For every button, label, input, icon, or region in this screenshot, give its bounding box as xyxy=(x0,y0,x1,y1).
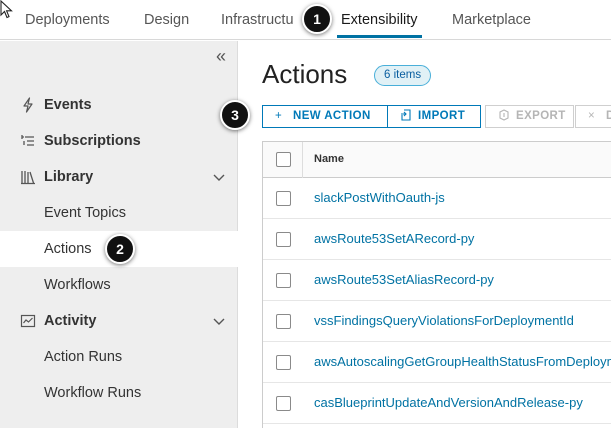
row-checkbox[interactable] xyxy=(276,355,291,370)
subscriptions-icon xyxy=(21,135,34,146)
column-divider xyxy=(302,142,303,178)
table-row: vssFindingsQueryViolationsForDeploymentI… xyxy=(263,301,611,342)
item-count-badge: 6 items xyxy=(374,65,432,86)
activity-icon xyxy=(20,314,36,328)
action-link[interactable]: awsRoute53SetARecord-py xyxy=(314,231,474,246)
sidebar-item-label: Library xyxy=(44,169,94,185)
table-row: awsRoute53SetAliasRecord-py xyxy=(263,260,611,301)
sidebar-item-label: Workflow Runs xyxy=(44,385,142,401)
sidebar-item-label: Activity xyxy=(44,313,97,329)
grid-header: Name xyxy=(263,142,611,178)
import-icon xyxy=(401,109,411,121)
table-row: awsRoute53SetARecord-py xyxy=(263,219,611,260)
sidebar-item-label: Events xyxy=(44,97,92,113)
sidebar-item-workflow-runs[interactable]: Workflow Runs xyxy=(0,375,238,411)
new-action-button[interactable]: + NEW ACTION xyxy=(262,105,388,128)
double-chevron-left-icon[interactable]: « xyxy=(210,45,232,67)
export-button[interactable]: EXPORT xyxy=(485,105,574,128)
tab-marketplace[interactable]: Marketplace xyxy=(452,0,531,40)
table-row: casBlueprintUpdateAndVersionAndRelease-p… xyxy=(263,383,611,424)
sidebar-item-label: Action Runs xyxy=(44,349,123,365)
sidebar-item-event-topics[interactable]: Event Topics xyxy=(0,195,238,231)
tab-design[interactable]: Design xyxy=(144,0,189,40)
table-row: awsAutoscalingGetGroupHealthStatusFromDe… xyxy=(263,342,611,383)
sidebar-item-label: Event Topics xyxy=(44,205,126,221)
delete-button[interactable]: × D xyxy=(575,105,611,128)
row-checkbox[interactable] xyxy=(276,314,291,329)
step-callout-1: 1 xyxy=(302,4,332,34)
tab-extensibility[interactable]: Extensibility xyxy=(337,0,422,40)
chevron-down-icon xyxy=(213,174,225,181)
action-link[interactable]: slackPostWithOauth-js xyxy=(314,190,445,205)
sidebar-item-subscriptions[interactable]: Subscriptions xyxy=(0,123,238,159)
main-content: Actions 6 items + NEW ACTION IMPORT EXPOR… xyxy=(239,41,611,428)
action-link[interactable]: vssFindingsQueryViolationsForDeploymentI… xyxy=(314,313,574,328)
row-checkbox[interactable] xyxy=(276,273,291,288)
sidebar-item-action-runs[interactable]: Action Runs xyxy=(0,339,238,375)
export-label: EXPORT xyxy=(516,110,566,122)
action-link[interactable]: awsRoute53SetAliasRecord-py xyxy=(314,272,494,287)
mouse-cursor-icon xyxy=(0,0,13,19)
new-action-label: NEW ACTION xyxy=(293,110,371,122)
row-checkbox[interactable] xyxy=(276,232,291,247)
sidebar-item-label: Actions xyxy=(44,241,92,257)
import-button[interactable]: IMPORT xyxy=(387,105,481,128)
import-label: IMPORT xyxy=(418,110,466,122)
row-checkbox[interactable] xyxy=(276,191,291,206)
actions-datagrid: Name slackPostWithOauth-js awsRoute53Set… xyxy=(262,141,611,428)
library-icon xyxy=(21,171,35,185)
select-all-checkbox[interactable] xyxy=(276,152,291,167)
sidebar-item-events[interactable]: Events xyxy=(0,87,238,123)
action-link[interactable]: casBlueprintUpdateAndVersionAndRelease-p… xyxy=(314,395,583,410)
page-title: Actions xyxy=(262,59,348,89)
plus-icon: + xyxy=(275,110,283,122)
tab-infrastructure[interactable]: Infrastructu xyxy=(221,0,299,40)
action-link[interactable]: awsAutoscalingGetGroupHealthStatusFromDe… xyxy=(314,354,611,369)
close-icon: × xyxy=(588,110,596,122)
sidebar-item-label: Subscriptions xyxy=(44,133,141,149)
sidebar-item-workflows[interactable]: Workflows xyxy=(0,267,238,303)
sidebar-item-activity[interactable]: Activity xyxy=(0,303,238,339)
chevron-down-icon xyxy=(213,318,225,325)
delete-label: D xyxy=(606,110,611,122)
row-checkbox[interactable] xyxy=(276,396,291,411)
tab-deployments[interactable]: Deployments xyxy=(25,0,110,40)
sidebar-item-label: Workflows xyxy=(44,277,111,293)
export-icon xyxy=(499,109,509,121)
step-callout-3: 3 xyxy=(220,100,250,130)
column-header-name[interactable]: Name xyxy=(314,153,344,165)
lightning-icon xyxy=(23,97,33,113)
step-callout-2: 2 xyxy=(105,234,135,264)
sidebar-item-library[interactable]: Library xyxy=(0,159,238,195)
table-row: slackPostWithOauth-js xyxy=(263,178,611,219)
